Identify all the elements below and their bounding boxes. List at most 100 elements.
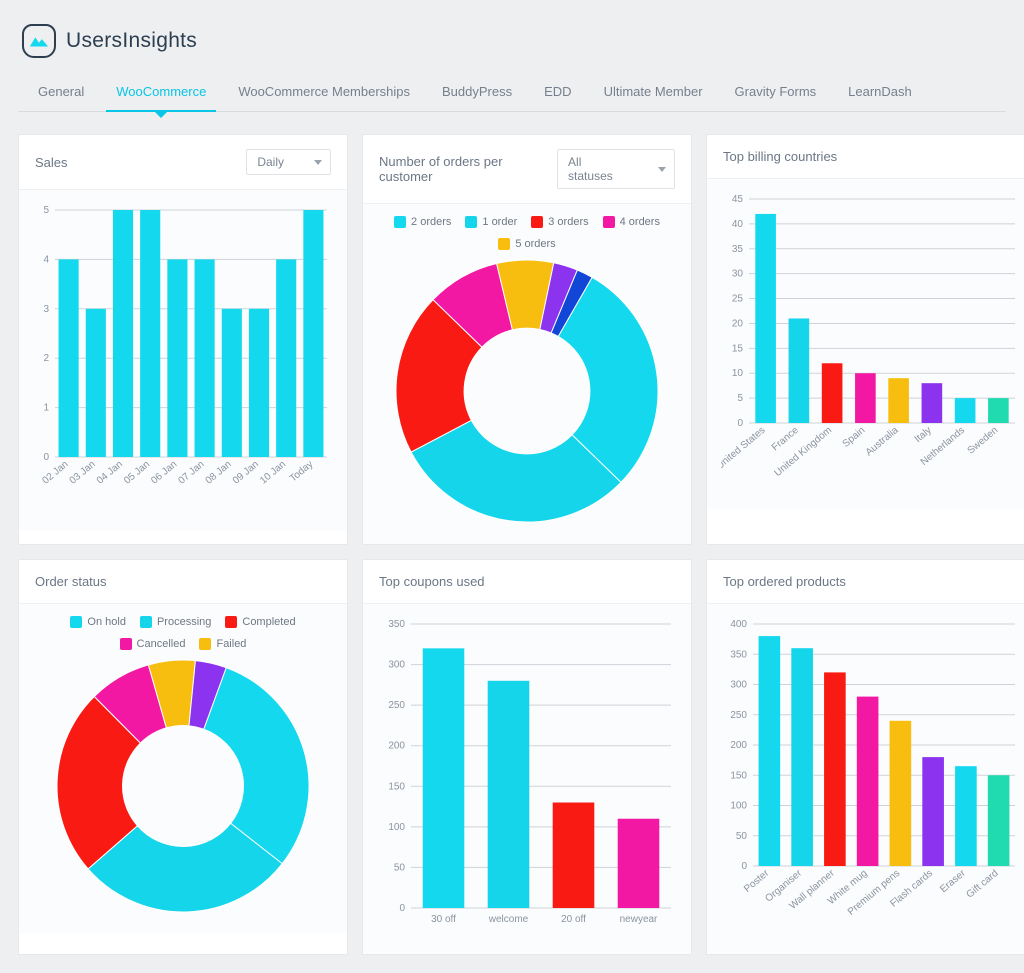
svg-text:50: 50 xyxy=(394,862,406,873)
chevron-down-icon xyxy=(314,160,322,165)
svg-text:04 Jan: 04 Jan xyxy=(95,459,125,487)
svg-text:250: 250 xyxy=(730,710,747,721)
legend-swatch xyxy=(120,638,132,650)
legend-swatch xyxy=(603,216,615,228)
legend-label: 5 orders xyxy=(515,238,555,250)
card-order-status: Order status On holdProcessingCompletedC… xyxy=(18,559,348,955)
svg-text:Australia: Australia xyxy=(864,425,901,459)
legend-swatch xyxy=(140,616,152,628)
svg-text:Eraser: Eraser xyxy=(938,867,968,895)
svg-text:30: 30 xyxy=(732,269,744,280)
svg-text:150: 150 xyxy=(388,781,405,792)
card-orders-per-customer: Number of orders per customer All status… xyxy=(362,134,692,545)
svg-text:50: 50 xyxy=(736,831,748,842)
svg-text:250: 250 xyxy=(388,700,405,711)
tab-buddypress[interactable]: BuddyPress xyxy=(426,74,528,111)
svg-text:06 Jan: 06 Jan xyxy=(149,459,179,487)
svg-text:4: 4 xyxy=(43,254,49,265)
dashboard-grid: Sales Daily 01234502 Jan03 Jan04 Jan05 J… xyxy=(18,134,1006,955)
chart-legend: 2 orders 1 order 3 orders 4 orders 5 orders xyxy=(377,216,677,250)
svg-text:20: 20 xyxy=(732,318,744,329)
svg-text:05 Jan: 05 Jan xyxy=(122,459,152,487)
svg-text:Italy: Italy xyxy=(913,425,934,445)
legend-label: Cancelled xyxy=(137,638,186,650)
svg-text:Spain: Spain xyxy=(841,425,868,450)
svg-text:150: 150 xyxy=(730,770,747,781)
svg-text:Today: Today xyxy=(288,459,316,485)
select-value: All statuses xyxy=(568,155,628,183)
orders-status-select[interactable]: All statuses xyxy=(557,149,675,189)
legend-swatch xyxy=(199,638,211,650)
legend-item: 3 orders xyxy=(531,216,588,228)
chevron-down-icon xyxy=(658,167,666,172)
svg-text:300: 300 xyxy=(388,660,405,671)
card-title: Top ordered products xyxy=(723,574,846,589)
legend-item: On hold xyxy=(70,616,126,628)
svg-text:350: 350 xyxy=(730,649,747,660)
legend-item: Failed xyxy=(199,638,246,650)
svg-text:09 Jan: 09 Jan xyxy=(231,459,261,487)
legend-label: Failed xyxy=(216,638,246,650)
tab-gravity-forms[interactable]: Gravity Forms xyxy=(719,74,833,111)
card-top-products: Top ordered products 0501001502002503003… xyxy=(706,559,1024,955)
card-title: Number of orders per customer xyxy=(379,154,557,184)
card-title: Top coupons used xyxy=(379,574,485,589)
svg-text:100: 100 xyxy=(730,801,747,812)
svg-text:0: 0 xyxy=(741,861,747,872)
svg-text:United Kingdom: United Kingdom xyxy=(772,425,834,479)
svg-text:10 Jan: 10 Jan xyxy=(258,459,288,487)
svg-text:200: 200 xyxy=(388,741,405,752)
svg-text:100: 100 xyxy=(388,822,405,833)
brand-name: UsersInsights xyxy=(66,29,197,53)
legend-label: On hold xyxy=(87,616,126,628)
legend-item: Completed xyxy=(225,616,295,628)
sales-bar-chart: 01234502 Jan03 Jan04 Jan05 Jan06 Jan07 J… xyxy=(33,202,333,512)
tab-edd[interactable]: EDD xyxy=(528,74,587,111)
svg-text:1: 1 xyxy=(43,403,49,414)
legend-swatch xyxy=(394,216,406,228)
svg-text:30 off: 30 off xyxy=(431,914,456,925)
svg-text:0: 0 xyxy=(737,418,743,429)
order-status-donut xyxy=(53,656,313,916)
top-products-bar-chart: 050100150200250300350400PosterOrganiserW… xyxy=(721,616,1021,936)
svg-text:200: 200 xyxy=(730,740,747,751)
tab-ultimate-member[interactable]: Ultimate Member xyxy=(588,74,719,111)
main-tabs: GeneralWooCommerceWooCommerce Membership… xyxy=(18,74,1006,112)
tab-general[interactable]: General xyxy=(22,74,100,111)
legend-swatch xyxy=(498,238,510,250)
legend-item: Processing xyxy=(140,616,211,628)
svg-text:5: 5 xyxy=(737,393,743,404)
sales-period-select[interactable]: Daily xyxy=(246,149,331,175)
legend-swatch xyxy=(465,216,477,228)
svg-text:2: 2 xyxy=(43,353,49,364)
tab-learndash[interactable]: LearnDash xyxy=(832,74,928,111)
svg-text:newyear: newyear xyxy=(620,914,658,925)
svg-text:10: 10 xyxy=(732,368,744,379)
svg-text:45: 45 xyxy=(732,194,744,205)
svg-text:20 off: 20 off xyxy=(561,914,586,925)
legend-label: 3 orders xyxy=(548,216,588,228)
svg-text:350: 350 xyxy=(388,619,405,630)
chart-legend: On hold Processing Completed Cancelled Faile… xyxy=(33,616,333,650)
svg-text:07 Jan: 07 Jan xyxy=(176,459,206,487)
svg-text:Gift card: Gift card xyxy=(965,868,1001,901)
legend-label: Completed xyxy=(242,616,295,628)
tab-woocommerce-memberships[interactable]: WooCommerce Memberships xyxy=(222,74,426,111)
svg-text:15: 15 xyxy=(732,343,744,354)
legend-item: 5 orders xyxy=(498,238,555,250)
card-title: Top billing countries xyxy=(723,149,837,164)
svg-text:United States: United States xyxy=(721,425,768,472)
tab-woocommerce[interactable]: WooCommerce xyxy=(100,74,222,111)
card-top-coupons: Top coupons used 05010015020025030035030… xyxy=(362,559,692,955)
legend-label: 4 orders xyxy=(620,216,660,228)
svg-text:France: France xyxy=(770,425,801,454)
legend-item: 1 order xyxy=(465,216,517,228)
legend-swatch xyxy=(531,216,543,228)
legend-label: 2 orders xyxy=(411,216,451,228)
svg-text:40: 40 xyxy=(732,219,744,230)
brand-logo-icon xyxy=(22,24,56,58)
brand-header: UsersInsights xyxy=(22,24,1006,58)
svg-text:Sweden: Sweden xyxy=(966,425,1001,457)
svg-text:02 Jan: 02 Jan xyxy=(40,459,70,487)
svg-text:3: 3 xyxy=(43,304,49,315)
